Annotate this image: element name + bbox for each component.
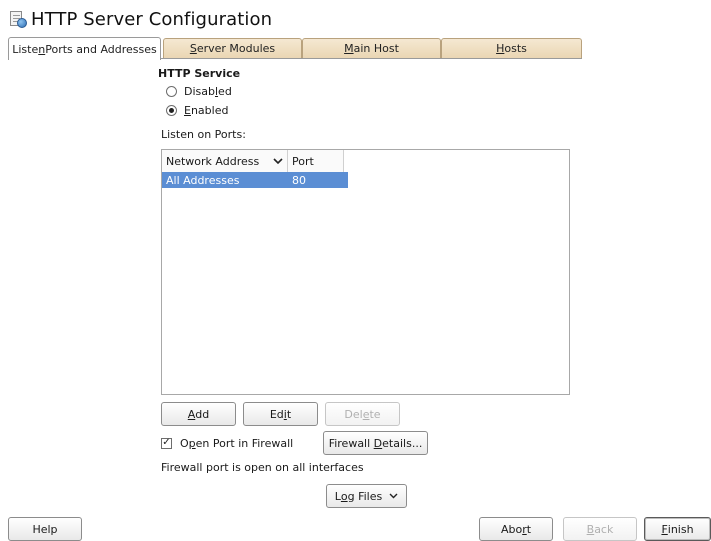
- tab-label-post: osts: [504, 42, 527, 55]
- tab-label-post: Ports and Addresses: [45, 42, 157, 56]
- add-button[interactable]: Add: [161, 402, 236, 426]
- radio-label-pre: Disab: [184, 84, 215, 98]
- button-label-post: dd: [195, 407, 210, 421]
- tab-label-key: n: [38, 42, 46, 56]
- column-header-network-address[interactable]: Network Address: [162, 150, 288, 172]
- tab-hosts[interactable]: Hosts: [441, 38, 582, 59]
- button-label-key: e: [362, 407, 370, 421]
- listen-ports-label: Listen on Ports:: [161, 128, 246, 141]
- checkbox-label-pre: O: [180, 436, 189, 450]
- button-label-pre: Abo: [500, 522, 523, 536]
- radio-disabled[interactable]: Disab l ed: [166, 83, 232, 99]
- radio-button-enabled[interactable]: [166, 104, 177, 116]
- firewall-status-text: Firewall port is open on all interfaces: [161, 461, 364, 474]
- button-label-post: etails...: [382, 436, 423, 450]
- window-title-bar: HTTP Server Configuration: [9, 7, 272, 31]
- abort-button[interactable]: Abo r t: [479, 517, 553, 541]
- dropdown-label-key: o: [340, 489, 348, 503]
- tab-label-post: ain Host: [353, 42, 399, 55]
- delete-button[interactable]: Del e te: [325, 402, 400, 426]
- ports-table-header: Network Address Port: [162, 150, 348, 172]
- column-label-port: Port: [292, 154, 314, 168]
- tab-label-key: S: [189, 42, 197, 55]
- finish-button[interactable]: Finish: [644, 517, 711, 541]
- checkbox-label-post: en Port in Firewall: [195, 436, 294, 450]
- dropdown-label-post: g Files: [347, 489, 383, 503]
- button-label-key: A: [187, 407, 196, 421]
- firewall-details-button[interactable]: Firewall Details...: [323, 431, 428, 455]
- back-button[interactable]: Back: [563, 517, 637, 541]
- open-port-firewall-checkbox[interactable]: ✓: [161, 437, 172, 449]
- button-label-key: D: [373, 436, 383, 450]
- table-row[interactable]: All Addresses 80: [162, 172, 348, 188]
- tab-main-host[interactable]: Main Host: [302, 38, 441, 59]
- button-label-post: t: [526, 522, 532, 536]
- http-service-heading: HTTP Service: [158, 67, 241, 80]
- radio-label-post: ed: [218, 84, 232, 98]
- button-label-pre: Ed: [269, 407, 284, 421]
- tab-label-post: erver Modules: [196, 42, 276, 55]
- tab-label-key: H: [496, 42, 505, 55]
- button-label-key: B: [586, 522, 595, 536]
- chevron-down-icon: [389, 491, 398, 502]
- button-label: Help: [32, 522, 58, 536]
- http-server-config-icon: [9, 10, 27, 28]
- sort-down-icon: [273, 155, 283, 168]
- button-label-post: inish: [667, 522, 694, 536]
- cell-network-address: All Addresses: [166, 173, 240, 187]
- tab-server-modules[interactable]: Server Modules: [163, 38, 302, 59]
- button-label-post: t: [286, 407, 292, 421]
- button-label-pre: Firewall: [328, 436, 374, 450]
- cell-port: 80: [292, 173, 306, 187]
- open-port-firewall-checkbox-row[interactable]: ✓ Op en Port in Firewall: [161, 435, 293, 451]
- edit-button[interactable]: Ed i t: [243, 402, 318, 426]
- log-files-dropdown[interactable]: Log Files: [326, 484, 407, 508]
- window-title: HTTP Server Configuration: [31, 8, 273, 30]
- ports-table[interactable]: Network Address Port All Addresses 80: [161, 149, 570, 395]
- tab-bar: Liste n Ports and Addresses Server Module…: [8, 37, 582, 60]
- radio-enabled[interactable]: Enabled: [166, 102, 228, 118]
- button-label-post: ack: [594, 522, 614, 536]
- column-label-address: Network Address: [166, 154, 260, 168]
- tab-listen-ports[interactable]: Liste n Ports and Addresses: [8, 37, 161, 60]
- help-button[interactable]: Help: [8, 517, 82, 541]
- checkbox-label-key: p: [188, 436, 196, 450]
- button-label-pre: Del: [344, 407, 363, 421]
- radio-button-disabled[interactable]: [166, 85, 177, 97]
- tab-label-pre: Liste: [12, 42, 39, 56]
- tab-label-key: M: [344, 42, 354, 55]
- radio-label-key: E: [184, 103, 191, 117]
- button-label-post: te: [369, 407, 381, 421]
- radio-label-post: nabled: [190, 103, 229, 117]
- column-header-port[interactable]: Port: [288, 150, 344, 172]
